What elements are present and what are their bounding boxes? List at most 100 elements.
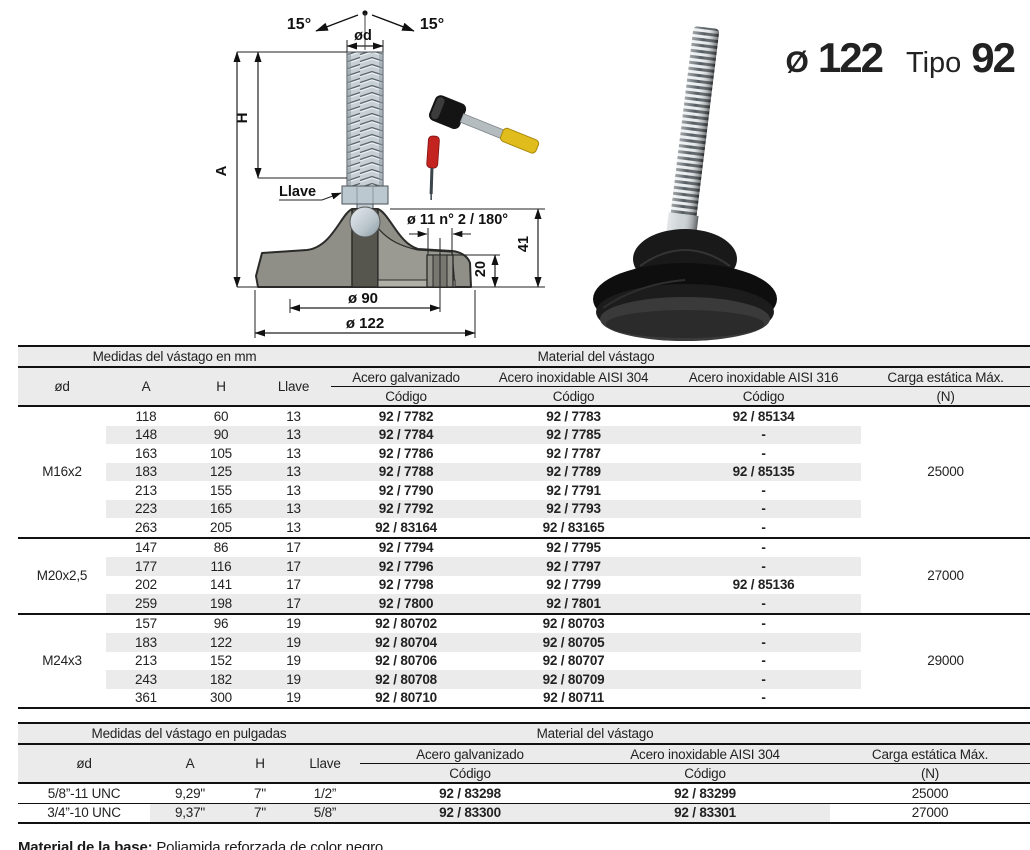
dim-h-cell: 7" xyxy=(230,803,290,823)
diameter-value: 122 xyxy=(818,34,882,82)
subheader-codigo-304: Código xyxy=(580,764,830,784)
dim-a: A xyxy=(213,52,258,287)
column-header-carga: Carga estática Máx. xyxy=(830,744,1030,764)
header-spacer xyxy=(861,346,1030,367)
dim-h-cell: 300 xyxy=(186,689,256,709)
dim-a-cell: 213 xyxy=(106,652,186,671)
dim-h-cell: 152 xyxy=(186,652,256,671)
dim-a-cell: 183 xyxy=(106,463,186,482)
table-row: M20x2,5147861792 / 779492 / 7795-27000 xyxy=(18,538,1030,558)
code-aisi316-cell: - xyxy=(666,444,861,463)
dim-llave-cell: 13 xyxy=(256,406,331,426)
angle-right-label: 15° xyxy=(420,16,444,33)
thread-group: M16x2118601392 / 778292 / 778392 / 85134… xyxy=(18,406,1030,538)
table-mm: Medidas del vástago en mm Material del v… xyxy=(18,345,1030,709)
code-aisi316-cell: - xyxy=(666,594,861,614)
photo-base xyxy=(593,229,777,341)
code-aisi316-cell: - xyxy=(666,557,861,576)
carga-cell: 25000 xyxy=(861,406,1030,538)
dim-h-cell: 165 xyxy=(186,500,256,519)
code-aisi304-cell: 92 / 80709 xyxy=(481,670,666,689)
code-aisi304-cell: 92 / 7787 xyxy=(481,444,666,463)
datasheet-page: 15° 15° ød xyxy=(0,0,1030,850)
diameter-symbol: Ø xyxy=(786,46,808,80)
column-header-aisi304: Acero inoxidable AISI 304 xyxy=(481,367,666,387)
code-galv-cell: 92 / 7794 xyxy=(331,538,481,558)
column-header-galvanizado: Acero galvanizado xyxy=(360,744,580,764)
thread-size-cell: M16x2 xyxy=(18,406,106,538)
dim-llave-cell: 19 xyxy=(256,689,331,709)
column-header-od: ød xyxy=(18,367,106,406)
base-material-note: Material de la base: Poliamida reforzada… xyxy=(18,839,1030,850)
code-aisi304-cell: 92 / 7801 xyxy=(481,594,666,614)
screwdriver-icon xyxy=(424,136,439,201)
dim-a-cell: 202 xyxy=(106,576,186,595)
code-aisi304-cell: 92 / 7797 xyxy=(481,557,666,576)
product-photo xyxy=(578,16,793,346)
llave-label: Llave xyxy=(279,184,316,200)
code-galv-cell: 92 / 80706 xyxy=(331,652,481,671)
dim-a-cell: 9,29" xyxy=(150,783,230,803)
column-header-aisi304: Acero inoxidable AISI 304 xyxy=(580,744,830,764)
photo-stud xyxy=(665,26,721,244)
code-galv-cell: 92 / 7786 xyxy=(331,444,481,463)
dim-a-cell: 9,37" xyxy=(150,803,230,823)
dim-llave-cell: 19 xyxy=(256,652,331,671)
column-header-h: H xyxy=(186,367,256,406)
code-galv-cell: 92 / 80710 xyxy=(331,689,481,709)
code-aisi304-cell: 92 / 7799 xyxy=(481,576,666,595)
code-galv-cell: 92 / 7788 xyxy=(331,463,481,482)
dim-llave-cell: 19 xyxy=(256,633,331,652)
angle-left-label: 15° xyxy=(287,16,311,33)
dim-llave-cell: 13 xyxy=(256,500,331,519)
code-galv-cell: 92 / 7790 xyxy=(331,481,481,500)
code-aisi304-cell: 92 / 80707 xyxy=(481,652,666,671)
dim-llave-cell: 17 xyxy=(256,576,331,595)
subheader-codigo-galv: Código xyxy=(360,764,580,784)
dim-h-cell: 182 xyxy=(186,670,256,689)
code-aisi304-cell: 92 / 80705 xyxy=(481,633,666,652)
header-material: Material del vástago xyxy=(331,346,861,367)
table-inches: Medidas del vástago en pulgadas Material… xyxy=(18,722,1030,824)
subheader-n: (N) xyxy=(861,387,1030,407)
code-aisi316-cell: - xyxy=(666,481,861,500)
subheader-codigo-316: Código xyxy=(666,387,861,407)
code-aisi316-cell: 92 / 85134 xyxy=(666,406,861,426)
dim-a-cell: 118 xyxy=(106,406,186,426)
code-aisi304-cell: 92 / 83165 xyxy=(481,518,666,538)
table-row: M16x2118601392 / 778292 / 778392 / 85134… xyxy=(18,406,1030,426)
dim-a-cell: 157 xyxy=(106,614,186,634)
code-galv-cell: 92 / 80702 xyxy=(331,614,481,634)
dim-a-cell: 361 xyxy=(106,689,186,709)
dim-llave-cell: 19 xyxy=(256,614,331,634)
ball-joint xyxy=(350,207,380,237)
thread-size-cell: 3/4”-10 UNC xyxy=(18,803,150,823)
code-aisi304-cell: 92 / 7795 xyxy=(481,538,666,558)
dim-od-label: ød xyxy=(354,28,372,44)
type-label: Tipo xyxy=(906,47,961,80)
wrench-flats xyxy=(342,186,388,204)
dim-a-cell: 243 xyxy=(106,670,186,689)
header-medidas-mm: Medidas del vástago en mm xyxy=(18,346,331,367)
code-aisi316-cell: 92 / 85135 xyxy=(666,463,861,482)
dia-90-label: ø 90 xyxy=(348,290,378,307)
subheader-codigo-galv: Código xyxy=(331,387,481,407)
code-aisi304-cell: 92 / 7783 xyxy=(481,406,666,426)
code-galv-cell: 92 / 83300 xyxy=(360,803,580,823)
column-header-a: A xyxy=(150,744,230,783)
column-header-galvanizado: Acero galvanizado xyxy=(331,367,481,387)
dim-llave-cell: 17 xyxy=(256,594,331,614)
thread-size-cell: 5/8”-11 UNC xyxy=(18,783,150,803)
code-aisi316-cell: - xyxy=(666,614,861,634)
code-aisi316-cell: 92 / 85136 xyxy=(666,576,861,595)
dim-a-cell: 259 xyxy=(106,594,186,614)
code-galv-cell: 92 / 7798 xyxy=(331,576,481,595)
table-row: 3/4”-10 UNC9,37"7"5/8”92 / 8330092 / 833… xyxy=(18,803,1030,823)
code-galv-cell: 92 / 7800 xyxy=(331,594,481,614)
code-galv-cell: 92 / 80704 xyxy=(331,633,481,652)
dim-h-cell: 122 xyxy=(186,633,256,652)
dim-llave-cell: 13 xyxy=(256,463,331,482)
dim-llave-cell: 5/8” xyxy=(290,803,360,823)
code-galv-cell: 92 / 7796 xyxy=(331,557,481,576)
dim-llave-cell: 13 xyxy=(256,518,331,538)
